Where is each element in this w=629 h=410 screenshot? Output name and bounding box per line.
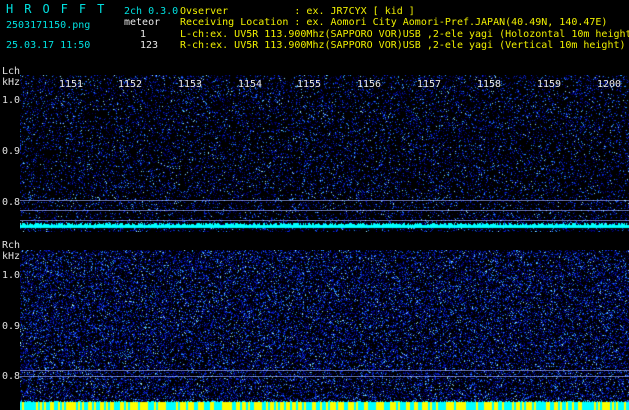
rch-spectrogram — [20, 250, 629, 410]
lch-tick-1: 1.0 — [2, 95, 21, 106]
time-label-1159: 1159 — [537, 79, 562, 90]
file-name: 2503171150.png — [6, 20, 91, 31]
spectrogram-window: HROFFT 2503171150.png 25.03.17 11:50 2ch… — [0, 0, 629, 410]
lch-count: 1 — [140, 29, 147, 40]
rch-marker-line — [20, 370, 629, 371]
lch-spectrogram — [20, 75, 629, 232]
time-label-1153: 1153 — [178, 79, 203, 90]
observer-line: Ovserver : ex. JR7CYX [ kid ] — [180, 6, 415, 17]
lch-unit: kHz — [2, 77, 21, 88]
time-label-1154: 1154 — [238, 79, 263, 90]
lch-receiver-line: L-ch:ex. UV5R 113.900Mhz(SAPPORO VOR)USB… — [180, 29, 629, 40]
lch-marker-line — [20, 210, 629, 211]
file-timestamp: 25.03.17 11:50 — [6, 40, 91, 51]
rch-count: 123 — [140, 40, 159, 51]
lch-waterfall-canvas — [20, 75, 629, 232]
time-label-1157: 1157 — [417, 79, 442, 90]
rch-tick-1: 1.0 — [2, 270, 21, 281]
time-label-1200: 1200 — [597, 79, 622, 90]
time-label-1155: 1155 — [297, 79, 322, 90]
time-label-1158: 1158 — [477, 79, 502, 90]
app-brand: HROFFT — [6, 2, 116, 16]
lch-marker-line — [20, 220, 629, 221]
rch-unit: kHz — [2, 251, 21, 262]
time-label-1151: 1151 — [59, 79, 84, 90]
rch-receiver-line: R-ch:ex. UV5R 113.900Mhz(SAPPORO VOR)USB… — [180, 40, 626, 51]
location-line: Receiving Location : ex. Aomori City Aom… — [180, 17, 608, 28]
lch-tick-2: 0.9 — [2, 146, 21, 157]
mode-label: 2ch 0.3.0 — [124, 6, 179, 17]
time-label-1152: 1152 — [118, 79, 143, 90]
rch-marker-line — [20, 376, 629, 377]
rch-tick-3: 0.8 — [2, 371, 21, 382]
lch-label: Lch — [2, 66, 21, 77]
time-label-1156: 1156 — [357, 79, 382, 90]
rch-waterfall-canvas — [20, 250, 629, 410]
rch-label: Rch — [2, 240, 21, 251]
lch-tick-3: 0.8 — [2, 197, 21, 208]
mode-type: meteor — [124, 17, 161, 28]
rch-tick-2: 0.9 — [2, 321, 21, 332]
lch-marker-line — [20, 200, 629, 201]
